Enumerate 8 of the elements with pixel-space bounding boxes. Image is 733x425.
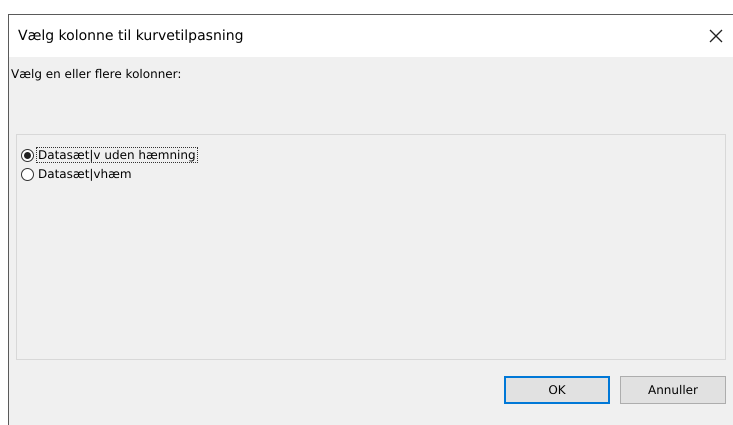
dialog-button[interactable]: Annuller — [620, 376, 726, 404]
radio-button[interactable] — [21, 148, 34, 162]
close-icon[interactable] — [709, 29, 723, 43]
prompt-label: Vælg en eller flere kolonner: — [11, 67, 182, 81]
radio-option[interactable]: Datasæt|vhæm — [21, 166, 134, 182]
radio-button[interactable] — [21, 168, 34, 180]
dialog-button[interactable]: OK — [504, 376, 610, 404]
window-title: Vælg kolonne til kurvetilpasning — [18, 28, 244, 44]
